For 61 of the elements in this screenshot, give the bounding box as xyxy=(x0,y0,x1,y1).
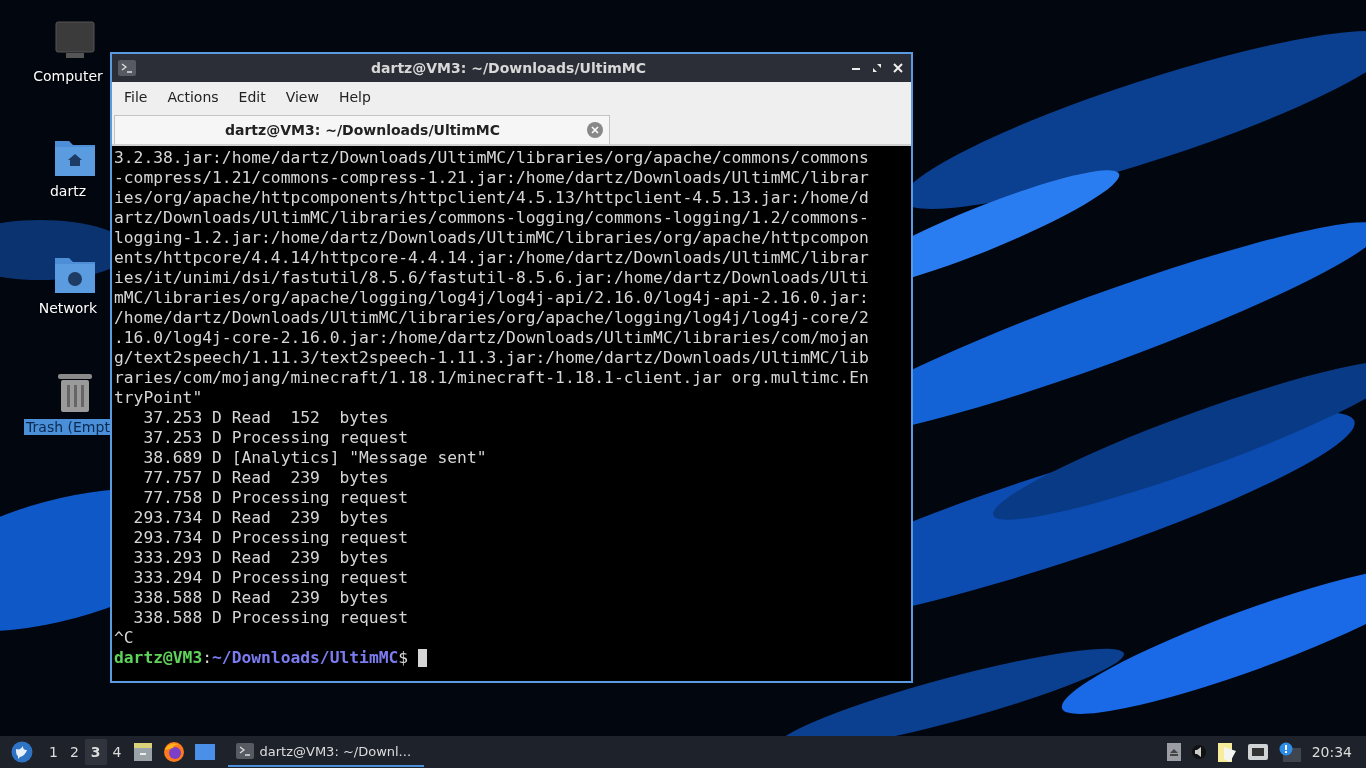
terminal-line: 38.689 D [Analytics] "Message sent" xyxy=(142,448,488,468)
terminal-line: 338.588 D Read 239 bytes xyxy=(132,588,390,608)
menu-item[interactable]: Edit xyxy=(228,89,276,105)
alert-icon[interactable] xyxy=(1278,742,1301,762)
icon-label[interactable]: Trash (Empt xyxy=(24,419,112,435)
speaker-icon[interactable] xyxy=(1190,744,1207,760)
workspace-button[interactable]: 3 xyxy=(84,739,107,765)
prompt-user-host: dartz@VM3 xyxy=(114,648,203,668)
terminal-line: mMC/libraries/org/apache/logging/log4j/log4j-api/2.16.0/log4j-api-2.16.0.jar: xyxy=(114,288,870,308)
workspace-button[interactable]: 1 xyxy=(43,739,64,765)
workspace-button[interactable]: 4 xyxy=(106,739,128,765)
file-cabinet-icon[interactable] xyxy=(132,742,153,762)
menu-item[interactable]: Actions xyxy=(157,89,229,105)
network-icon[interactable] xyxy=(1246,743,1269,761)
terminal-line: -compress/1.21/commons-compress-1.21.jar:/home/dartz/Downloads/UltimMC/librar xyxy=(114,168,870,188)
terminal-line: .16.0/log4j-core-2.16.0.jar:/home/dartz/Downloads/UltimMC/libraries/com/mojan xyxy=(114,328,870,348)
tab[interactable]: dartz@VM3: ~/Downloads/UltimMC xyxy=(114,115,610,144)
terminal-line: 293.734 D Read 239 bytes xyxy=(132,508,390,528)
prompt-symbol: $ xyxy=(398,648,409,668)
icon-label[interactable]: dartz xyxy=(47,183,89,199)
terminal-line: ^C xyxy=(114,628,135,648)
menu-item[interactable]: View xyxy=(275,89,329,105)
terminal-line: ies/it/unimi/dsi/fastutil/8.5.6/fastutil-8.5.6.jar:/home/dartz/Downloads/Ulti xyxy=(114,268,870,288)
clock[interactable]: 20:34 xyxy=(1311,744,1352,760)
icon-label[interactable]: Computer xyxy=(31,68,105,84)
trash-icon[interactable] xyxy=(56,371,94,413)
maximize-icon[interactable] xyxy=(872,63,882,73)
terminal-line: g/text2speech/1.11.3/text2speech-1.11.3.jar:/home/dartz/Downloads/UltimMC/lib xyxy=(114,348,870,368)
terminal-line: 77.757 D Read 239 bytes xyxy=(142,468,390,488)
workspace-button[interactable]: 2 xyxy=(63,739,85,765)
text-cursor xyxy=(418,649,428,667)
terminal-line: tryPoint" xyxy=(114,388,204,408)
firefox-icon[interactable] xyxy=(162,741,185,763)
terminal-line: 293.734 D Processing request xyxy=(132,528,410,548)
terminal-line: 3.2.38.jar:/home/dartz/Downloads/UltimMC/libraries/org/apache/commons/commons xyxy=(114,148,870,168)
terminal-icon xyxy=(118,60,136,76)
terminal-line: raries/com/mojang/minecraft/1.18.1/minecraft-1.18.1-client.jar org.multimc.En xyxy=(114,368,870,388)
bird-icon[interactable] xyxy=(11,741,33,763)
prompt-separator: : xyxy=(202,648,213,668)
desktop-icon[interactable] xyxy=(194,744,215,760)
terminal-line: 338.588 D Processing request xyxy=(132,608,410,628)
terminal-line: artz/Downloads/UltimMC/libraries/commons-logging/commons-logging/1.2/commons- xyxy=(114,208,870,228)
terminal-line: 37.253 D Processing request xyxy=(142,428,410,448)
terminal-line: /home/dartz/Downloads/UltimMC/libraries/org/apache/logging/log4j/log4j-core/2 xyxy=(114,308,870,328)
note-icon[interactable] xyxy=(1216,741,1237,763)
terminal-line: 37.253 D Read 152 bytes xyxy=(142,408,390,428)
terminal-icon xyxy=(235,743,254,759)
terminal-line: logging-1.2.jar:/home/dartz/Downloads/UltimMC/libraries/org/apache/httpcompon xyxy=(114,228,870,248)
icon-label[interactable]: Network xyxy=(36,300,100,316)
taskbar-button[interactable]: dartz@VM3: ~/Downl... xyxy=(227,737,424,767)
terminal-line: ies/org/apache/httpcomponents/httpclient/4.5.13/httpclient-4.5.13.jar:/home/d xyxy=(114,188,870,208)
menu-item[interactable]: File xyxy=(114,89,158,105)
window-title: dartz@VM3: ~/Downloads/UltimMC xyxy=(370,60,647,76)
terminal-line: ents/httpcore/4.4.14/httpcore-4.4.14.jar:/home/dartz/Downloads/UltimMC/librar xyxy=(114,248,870,268)
prompt-path: ~/Downloads/UltimMC xyxy=(212,648,399,668)
menu-item[interactable]: Help xyxy=(328,89,381,105)
terminal-line: 333.294 D Processing request xyxy=(132,568,410,588)
terminal-line: 333.293 D Read 239 bytes xyxy=(132,548,390,568)
close-icon[interactable] xyxy=(893,63,903,73)
eject-icon[interactable] xyxy=(1166,743,1181,761)
terminal-line: 77.758 D Processing request xyxy=(142,488,410,508)
